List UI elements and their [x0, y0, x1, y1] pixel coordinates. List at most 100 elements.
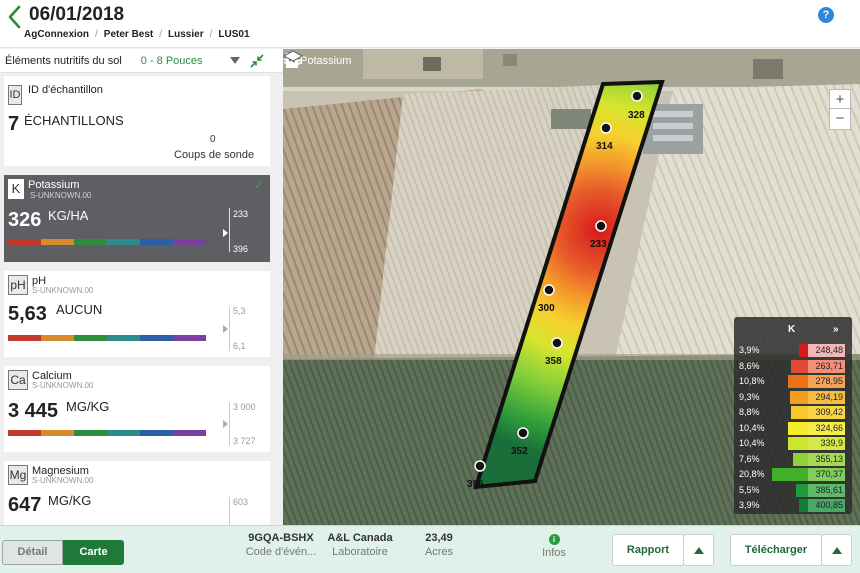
legend-percent: 9,3% [739, 391, 760, 402]
nutrient-unit: KG/HA [48, 208, 89, 223]
legend-row: 10,4% 324,66 [734, 421, 852, 435]
tab-detail[interactable]: Détail [2, 540, 63, 565]
field-map[interactable]: 328 314 233 300 358 352 396 K Potassium … [283, 49, 860, 525]
bar-segment [140, 239, 173, 245]
sample-point [595, 220, 607, 232]
sample-id-card[interactable]: ID ID d'échantillon 7 ÉCHANTILLONS 0 Cou… [4, 76, 270, 166]
nutrient-card-calcium[interactable]: Ca Calcium S-UNKNOWN.00 3 445 MG/KG 3 00… [4, 366, 270, 452]
info-icon: i [548, 534, 560, 545]
sample-label: 314 [596, 141, 613, 152]
legend-swatch [772, 468, 808, 481]
sample-id-title: ID d'échantillon [28, 84, 103, 96]
nutrient-range-bar [8, 239, 206, 245]
nutrient-card-ph[interactable]: pH pH S-UNKNOWN.00 5,63 AUCUN 5,3 6,1 [4, 271, 270, 357]
range-scale [229, 497, 231, 525]
range-max: 3 727 [233, 436, 256, 446]
area-info: 23,49 Acres [412, 532, 466, 558]
sample-label: 352 [511, 446, 528, 457]
legend-swatch [791, 406, 808, 419]
legend-swatch [799, 344, 808, 357]
sample-point [474, 460, 486, 472]
nutrient-subtitle: S-UNKNOWN.00 [32, 476, 94, 485]
bar-segment [8, 430, 41, 436]
legend-percent: 7,6% [739, 453, 760, 464]
breadcrumb-grower[interactable]: Peter Best [104, 29, 153, 40]
nutrient-card-potassium[interactable]: K Potassium S-UNKNOWN.00 ✓ 326 KG/HA 233… [4, 175, 270, 262]
collapse-icon[interactable] [249, 53, 264, 68]
sample-point [631, 90, 643, 102]
dropdown-caret-icon[interactable] [229, 57, 240, 64]
range-pointer-icon [223, 325, 228, 333]
sample-point [551, 337, 563, 349]
legend-value: 309,42 [808, 406, 845, 419]
breadcrumb-separator: / [159, 29, 163, 40]
report-menu-button[interactable] [683, 534, 714, 566]
bar-segment [8, 239, 41, 245]
info-button[interactable]: i Infos [532, 532, 576, 559]
legend-swatch [788, 375, 808, 388]
bar-segment [107, 430, 140, 436]
download-button[interactable]: Télécharger [730, 534, 822, 566]
bar-segment [107, 239, 140, 245]
bar-segment [107, 335, 140, 341]
breadcrumb: AgConnexion / Peter Best / Lussier / LUS… [24, 29, 250, 40]
potassium-symbol-icon: K [8, 179, 24, 199]
bar-segment [74, 430, 107, 436]
nutrient-subtitle: S-UNKNOWN.00 [32, 381, 94, 390]
legend-collapse-icon[interactable]: » [833, 324, 839, 335]
legend-value: 339,9 [808, 437, 845, 450]
breadcrumb-separator: / [209, 29, 213, 40]
legend-value: 278,95 [808, 375, 845, 388]
page-title: 06/01/2018 [29, 4, 125, 25]
nutrient-name: Potassium [28, 179, 80, 191]
legend-percent: 10,4% [739, 438, 765, 448]
sample-point [543, 284, 555, 296]
sidebar: Éléments nutritifs du sol 0 - 8 Pouces I… [0, 49, 283, 525]
help-icon[interactable]: ? [818, 7, 834, 23]
nutrient-value: 326 [8, 209, 42, 231]
range-min: 233 [233, 209, 249, 219]
legend-value: 248,48 [808, 344, 845, 357]
sample-count: 7 [8, 113, 20, 135]
tab-map[interactable]: Carte [63, 540, 124, 565]
bar-segment [173, 335, 206, 341]
range-max: 396 [233, 244, 249, 254]
legend-value: 355,13 [808, 452, 845, 466]
view-switch: Détail Carte [2, 540, 124, 565]
nutrient-unit: AUCUN [56, 302, 103, 317]
nutrient-range-bar [8, 335, 206, 341]
sample-label: 358 [545, 356, 562, 367]
download-menu-button[interactable] [821, 534, 852, 566]
lab-value: A&L Canada [327, 532, 393, 544]
legend-percent: 10,8% [739, 376, 765, 386]
legend-swatch [796, 483, 808, 497]
back-chevron-icon[interactable] [6, 4, 24, 30]
bar-segment [140, 335, 173, 341]
bar-segment [8, 335, 41, 341]
report-button[interactable]: Rapport [612, 534, 684, 566]
breadcrumb-org[interactable]: AgConnexion [24, 29, 89, 40]
range-max: 6,1 [233, 341, 246, 351]
info-label: Infos [542, 547, 566, 559]
legend-row: 9,3% 294,19 [734, 390, 852, 404]
zoom-out-button[interactable]: − [829, 108, 851, 130]
bar-segment [173, 239, 206, 245]
depth-selector[interactable]: 0 - 8 Pouces [141, 55, 203, 67]
range-scale [229, 307, 231, 351]
layers-icon[interactable] [283, 49, 303, 69]
nutrient-subtitle: S-UNKNOWN.00 [30, 191, 92, 200]
nutrient-card-magnesium[interactable]: Mg Magnesium S-UNKNOWN.00 647 MG/KG 603 [4, 461, 270, 525]
legend-percent: 8,6% [739, 360, 760, 371]
breadcrumb-separator: / [95, 29, 98, 40]
breadcrumb-field[interactable]: LUS01 [218, 29, 249, 40]
breadcrumb-farm[interactable]: Lussier [168, 29, 204, 40]
legend-percent: 5,5% [739, 484, 760, 495]
legend-value: 294,19 [808, 390, 845, 404]
event-code-label: Code d'évén... [245, 546, 317, 558]
legend-percent: 3,9% [739, 500, 760, 510]
probes-value: 0 [210, 134, 216, 145]
legend-row: 10,8% 278,95 [734, 375, 852, 388]
bar-segment [140, 430, 173, 436]
legend-swatch [788, 421, 808, 435]
legend-swatch [799, 499, 808, 512]
